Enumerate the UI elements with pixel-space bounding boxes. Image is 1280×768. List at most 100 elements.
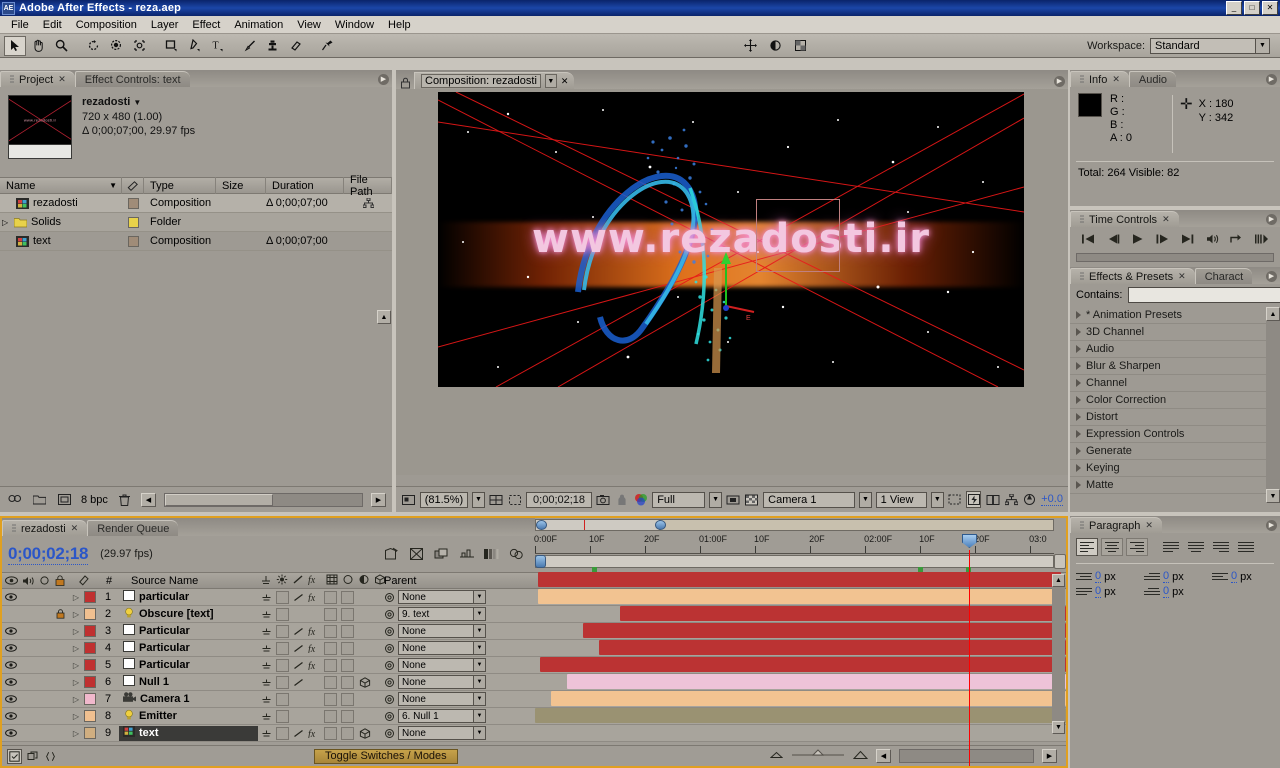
comp-flowchart-icon[interactable] [7, 748, 22, 764]
tab-project[interactable]: Project ✕ [0, 71, 75, 87]
lock-panel-icon[interactable] [396, 77, 414, 89]
layer-video-toggle[interactable] [2, 627, 20, 635]
view-layout-dropdown-icon[interactable]: ▼ [931, 491, 944, 508]
project-scroll-up-button[interactable]: ▲ [377, 310, 391, 324]
minimize-button[interactable]: _ [1226, 1, 1242, 15]
tab-time-controls[interactable]: Time Controls ✕ [1070, 211, 1179, 227]
quality-switch[interactable] [292, 627, 305, 636]
shy-icon[interactable] [260, 574, 272, 588]
project-scroll-left-button[interactable]: ◀ [140, 492, 156, 507]
quality-switch[interactable] [292, 593, 305, 602]
work-area-bar[interactable] [535, 519, 1054, 531]
layer-expand-triangle[interactable]: ▷ [69, 695, 83, 704]
chevron-down-icon[interactable]: ▼ [544, 74, 557, 88]
indent-left-field[interactable]: 0 px [1076, 570, 1136, 583]
label-swatch[interactable] [127, 216, 139, 228]
selection-tool[interactable] [4, 35, 26, 56]
timeline-layer-bar[interactable] [550, 691, 1066, 706]
effects-category-distort[interactable]: Distort [1070, 409, 1280, 426]
timeline-zoom-slider[interactable] [791, 749, 845, 763]
layer-switches[interactable]: fx [258, 726, 380, 740]
shy-switch[interactable] [260, 695, 273, 704]
brush-tool[interactable] [238, 36, 260, 56]
effects-category-3d-channel[interactable]: 3D Channel [1070, 324, 1280, 341]
timeline-vertical-scrollbar[interactable]: ▲ ▼ [1052, 574, 1065, 734]
layer-label-swatch[interactable] [83, 710, 97, 722]
eraser-tool[interactable] [284, 36, 306, 56]
maximize-button[interactable]: □ [1244, 1, 1260, 15]
align-left-button[interactable] [1076, 538, 1098, 556]
shy-switch[interactable] [260, 610, 273, 619]
effects-category-expression-controls[interactable]: Expression Controls [1070, 426, 1280, 443]
tab-character[interactable]: Charact [1194, 268, 1253, 284]
shy-switch[interactable] [260, 712, 273, 721]
parent-pickwhip[interactable] [380, 592, 398, 603]
speaker-icon[interactable] [20, 576, 37, 586]
layer-video-toggle[interactable] [2, 661, 20, 669]
solo-icon[interactable] [37, 576, 51, 585]
tab-timeline-rezadosti[interactable]: rezadosti ✕ [2, 520, 88, 536]
magnification-dropdown-icon[interactable]: ▼ [472, 491, 485, 508]
timeline-scroll-left-button[interactable]: ◀ [876, 749, 891, 763]
parent-pickwhip[interactable] [380, 643, 398, 654]
effects-category-audio[interactable]: Audio [1070, 341, 1280, 358]
layer-expand-triangle[interactable]: ▷ [69, 593, 83, 602]
show-snapshot-icon[interactable] [615, 491, 630, 508]
effects-switch[interactable]: fx [307, 643, 321, 653]
mask-opacity-icon[interactable] [764, 36, 786, 56]
effects-category-generate[interactable]: Generate [1070, 443, 1280, 460]
layer-expand-triangle[interactable]: ▷ [69, 712, 83, 721]
keyframe-marker[interactable] [918, 567, 924, 572]
exposure-value[interactable]: +0.0 [1041, 493, 1063, 506]
expand-icon[interactable] [43, 749, 58, 764]
label-icon[interactable] [69, 575, 97, 586]
effects-switch[interactable]: fx [307, 660, 321, 670]
panel-menu-icon[interactable]: ▶ [1266, 270, 1277, 282]
layer-switches[interactable] [258, 709, 380, 723]
parent-pickwhip[interactable] [380, 728, 398, 739]
layer-switches[interactable] [258, 692, 380, 706]
layer-parent-select[interactable]: 9. text ▼ [398, 607, 486, 621]
transparency-grid-icon[interactable] [744, 491, 759, 508]
quality-switch[interactable] [292, 661, 305, 670]
next-frame-button[interactable] [1153, 230, 1173, 248]
project-scroll-right-button[interactable]: ▶ [371, 492, 386, 507]
view-layout-field[interactable]: 1 View [875, 491, 928, 508]
first-frame-button[interactable] [1078, 230, 1098, 248]
layer-parent-select[interactable]: None ▼ [398, 675, 486, 689]
label-swatch[interactable] [127, 197, 139, 209]
toggle-mask-icon[interactable] [948, 491, 963, 508]
column-file-path[interactable]: File Path [344, 174, 392, 198]
label-swatch[interactable] [127, 235, 139, 247]
toggle-switches-icon[interactable] [25, 749, 40, 764]
menu-effect[interactable]: Effect [185, 18, 227, 32]
menu-help[interactable]: Help [381, 18, 418, 32]
loop-button[interactable] [1227, 230, 1247, 248]
effects-presets-menu[interactable]: ▶ [1253, 269, 1277, 283]
panel-menu-icon[interactable]: ▶ [1054, 75, 1065, 87]
justify-all-button[interactable] [1235, 538, 1257, 556]
column-type[interactable]: Type [144, 177, 216, 194]
scroll-up-button[interactable]: ▲ [1052, 574, 1065, 587]
effects-category-matte[interactable]: Matte [1070, 477, 1280, 494]
always-preview-icon[interactable] [401, 491, 416, 508]
toggle-transparency-icon[interactable] [789, 36, 811, 56]
panel-menu-icon[interactable]: ▶ [1266, 73, 1277, 85]
tab-effects-presets[interactable]: Effects & Presets ✕ [1070, 268, 1195, 284]
3d-layer-switch[interactable] [357, 727, 372, 739]
shy-switch[interactable] [260, 678, 273, 687]
layer-source-name[interactable]: Camera 1 [119, 692, 258, 707]
play-button[interactable] [1128, 230, 1148, 248]
layer-source-name[interactable]: Particular [119, 641, 258, 656]
quality-switch[interactable] [292, 678, 305, 687]
close-icon[interactable]: ✕ [1145, 520, 1153, 531]
layer-parent-select[interactable]: None ▼ [398, 590, 486, 604]
column-label-swatch[interactable] [122, 177, 144, 194]
layer-switches[interactable] [258, 607, 380, 621]
reset-exposure-icon[interactable] [1023, 491, 1038, 508]
comp-flowchart-icon[interactable] [1004, 491, 1019, 508]
live-update-icon[interactable] [383, 546, 401, 563]
close-icon[interactable]: ✕ [1162, 214, 1170, 225]
tab-render-queue[interactable]: Render Queue [87, 520, 179, 536]
panel-menu-icon[interactable]: ▶ [1266, 519, 1277, 531]
